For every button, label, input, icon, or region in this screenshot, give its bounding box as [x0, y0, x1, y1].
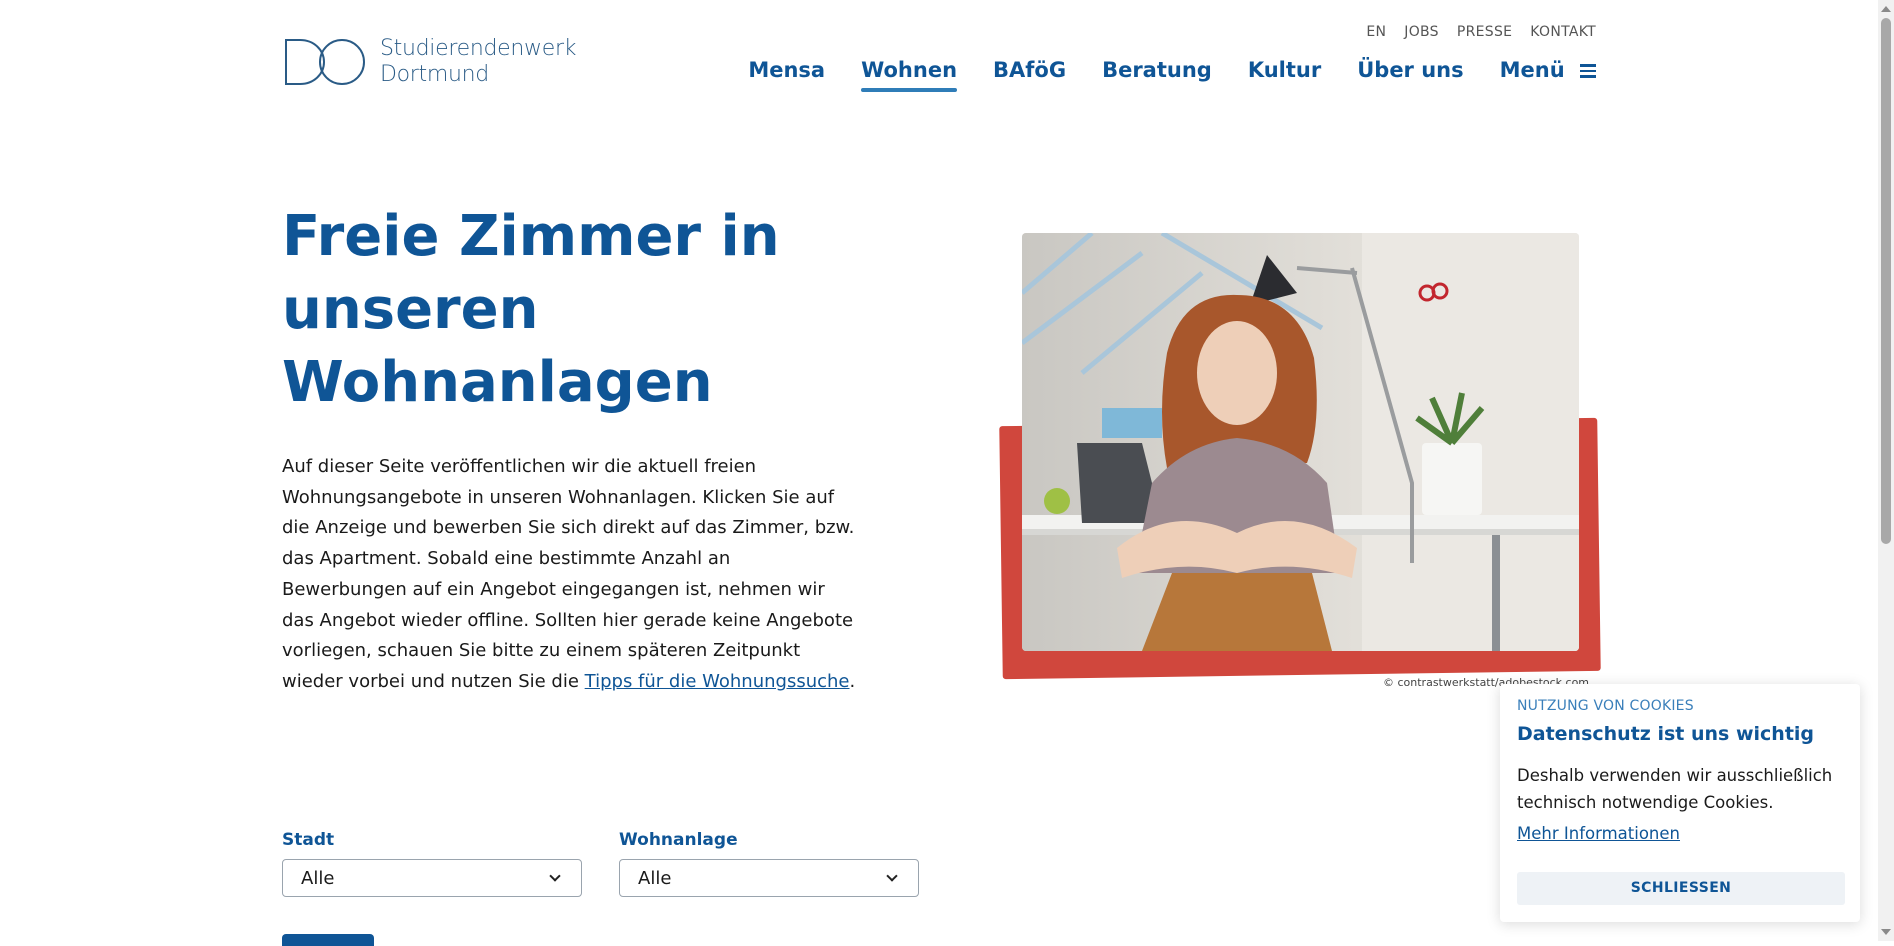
do-logo-mark-icon	[285, 39, 365, 85]
nav-item-bafoeg[interactable]: BAföG	[993, 58, 1066, 92]
scrollbar-thumb[interactable]	[1881, 18, 1891, 544]
utility-link-en[interactable]: EN	[1366, 24, 1386, 40]
utility-link-jobs[interactable]: JOBS	[1404, 24, 1439, 40]
cookie-body: Deshalb verwenden wir ausschließlich tec…	[1517, 766, 1833, 812]
chevron-down-icon	[886, 870, 898, 882]
page-title-line-3: Wohnanlagen	[282, 350, 713, 415]
nav-item-menu[interactable]: Menü	[1500, 58, 1596, 92]
filter-submit-button[interactable]	[282, 934, 374, 946]
logo-line-1: Studierendenwerk	[380, 36, 577, 61]
utility-link-presse[interactable]: PRESSE	[1457, 24, 1512, 40]
cookie-more-info-link[interactable]: Mehr Informationen	[1517, 824, 1680, 843]
cookie-banner: NUTZUNG VON COOKIES Datenschutz ist uns …	[1500, 684, 1860, 922]
residence-filter-label: Wohnanlage	[619, 830, 738, 850]
nav-item-ueber-uns[interactable]: Über uns	[1357, 58, 1463, 92]
cookie-title: Datenschutz ist uns wichtig	[1517, 723, 1815, 745]
page-title: Freie Zimmer in unseren Wohnanlagen	[282, 200, 882, 419]
nav-item-mensa[interactable]: Mensa	[748, 58, 825, 92]
residence-select-value: Alle	[638, 868, 672, 889]
scroll-down-arrow-icon[interactable]	[1881, 929, 1891, 935]
hero-photo	[1022, 233, 1579, 651]
utility-nav: EN JOBS PRESSE KONTAKT	[1366, 24, 1596, 40]
student-desk-illustration	[1022, 233, 1579, 651]
city-select[interactable]: Alle	[282, 859, 582, 897]
page-scrollbar[interactable]	[1878, 0, 1894, 941]
nav-item-kultur[interactable]: Kultur	[1248, 58, 1321, 92]
hamburger-menu-icon	[1580, 61, 1596, 81]
city-select-value: Alle	[301, 868, 335, 889]
logo-line-2: Dortmund	[380, 62, 489, 87]
city-filter-label: Stadt	[282, 830, 335, 850]
page-title-line-1: Freie Zimmer in	[282, 204, 780, 269]
chevron-down-icon	[549, 870, 561, 882]
cookie-eyebrow: NUTZUNG VON COOKIES	[1517, 698, 1694, 714]
utility-link-kontakt[interactable]: KONTAKT	[1530, 24, 1596, 40]
intro-text-end: .	[849, 670, 856, 692]
tips-link[interactable]: Tipps für die Wohnungssuche	[585, 671, 850, 692]
logo-wordmark: Studierendenwerk Dortmund	[380, 36, 576, 88]
residence-select[interactable]: Alle	[619, 859, 919, 897]
scroll-up-arrow-icon[interactable]	[1881, 6, 1891, 12]
site-logo[interactable]: Studierendenwerk Dortmund	[284, 36, 576, 88]
intro-paragraph: Auf dieser Seite veröffentlichen wir die…	[282, 452, 857, 698]
cookie-close-button[interactable]: SCHLIESSEN	[1517, 872, 1845, 905]
intro-text: Auf dieser Seite veröffentlichen wir die…	[282, 456, 855, 692]
nav-item-wohnen[interactable]: Wohnen	[861, 58, 957, 92]
nav-item-beratung[interactable]: Beratung	[1102, 58, 1212, 92]
menu-label: Menü	[1499, 58, 1565, 82]
main-nav: Mensa Wohnen BAföG Beratung Kultur Über …	[748, 58, 1596, 92]
page-title-line-2: unseren	[282, 277, 539, 342]
